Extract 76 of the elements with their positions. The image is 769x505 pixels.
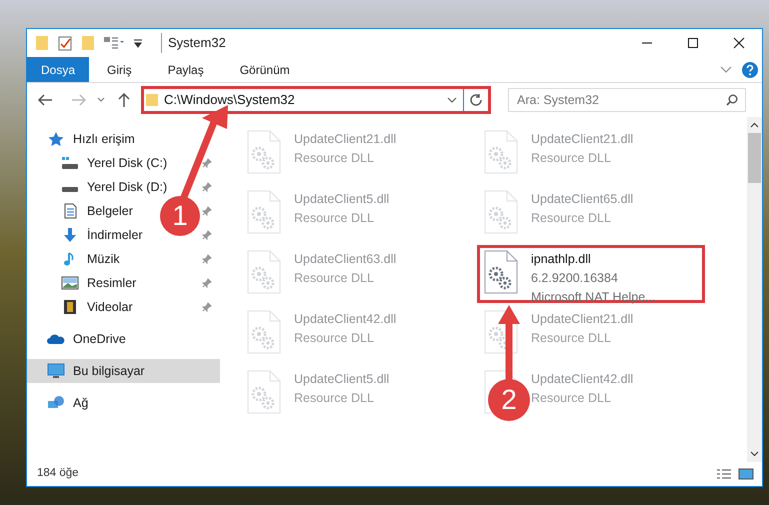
- refresh-icon[interactable]: [469, 93, 483, 107]
- dll-file-icon: [483, 250, 519, 294]
- dll-file-icon: [246, 130, 282, 174]
- up-arrow-icon[interactable]: [117, 92, 131, 108]
- window-title: System32: [161, 33, 226, 53]
- sidebar-item[interactable]: Müzik: [27, 247, 122, 271]
- close-icon: [733, 37, 745, 49]
- file-detail: Resource DLL: [294, 270, 375, 287]
- ribbon-tab[interactable]: Dosya: [27, 57, 90, 82]
- search-icon[interactable]: [726, 94, 738, 106]
- pin-icon[interactable]: [202, 158, 212, 168]
- pin-icon[interactable]: [202, 182, 212, 192]
- file-detail: Resource DLL: [294, 150, 375, 167]
- sidebar-item[interactable]: Resimler: [27, 271, 138, 295]
- dll-file-icon: [246, 190, 282, 234]
- network-icon: [47, 395, 65, 411]
- pin-icon[interactable]: [202, 278, 212, 288]
- sidebar-item[interactable]: Yerel Disk (D:): [27, 175, 170, 199]
- dll-file-icon: [483, 130, 519, 174]
- dll-file-icon: [246, 310, 282, 354]
- search-field[interactable]: Ara: System32: [508, 88, 746, 112]
- chevron-down-icon[interactable]: [447, 97, 457, 103]
- properties-icon[interactable]: [103, 36, 125, 50]
- picture-icon: [61, 275, 79, 291]
- dll-file-icon: [246, 370, 282, 414]
- file-detail: Resource DLL: [294, 330, 375, 347]
- ribbon-tab[interactable]: Görünüm: [226, 57, 304, 82]
- chevron-up-icon[interactable]: [750, 122, 759, 128]
- file-name[interactable]: ipnathlp.dll: [531, 250, 656, 269]
- ribbon-tab[interactable]: Paylaş: [154, 57, 218, 82]
- dropdown-arrow-icon[interactable]: [133, 38, 143, 48]
- large-icons-view-icon[interactable]: [738, 468, 754, 480]
- pin-icon[interactable]: [202, 206, 212, 216]
- checklist-icon[interactable]: [57, 35, 73, 51]
- chevron-down-icon[interactable]: [750, 451, 759, 457]
- sidebar-item[interactable]: Belgeler: [27, 199, 135, 223]
- file-tile[interactable]: ipnathlp.dll 6.2.9200.16384 Microsoft NAT Helpe...: [477, 245, 705, 303]
- sidebar-item[interactable]: Videolar: [27, 295, 135, 319]
- item-count: 184 öğe: [37, 466, 80, 481]
- ribbon-tab[interactable]: Giriş: [93, 57, 146, 82]
- sidebar-item[interactable]: Bu bilgisayar: [27, 359, 220, 383]
- file-detail: 6.2.9200.16384: [531, 270, 619, 287]
- sidebar-item[interactable]: İndirmeler: [27, 223, 145, 247]
- download-arrow-icon: [61, 227, 79, 243]
- scrollbar-thumb[interactable]: [748, 133, 761, 183]
- details-view-icon[interactable]: [716, 468, 732, 480]
- file-detail: Resource DLL: [531, 390, 612, 407]
- folder-icon: [35, 35, 49, 51]
- sidebar-item[interactable]: Hızlı erişim: [27, 127, 137, 151]
- star-icon: [47, 131, 65, 147]
- sidebar-item[interactable]: Ağ: [27, 391, 90, 415]
- film-strip-icon: [61, 299, 79, 315]
- address-bar[interactable]: C:\Windows\System32: [141, 86, 491, 114]
- pin-icon[interactable]: [202, 302, 212, 312]
- drive-icon: [61, 155, 79, 171]
- computer-icon: [47, 363, 65, 379]
- maximize-icon: [688, 38, 698, 48]
- dll-file-icon: [483, 190, 519, 234]
- dll-file-icon: [246, 250, 282, 294]
- file-detail: Resource DLL: [294, 210, 375, 227]
- help-icon[interactable]: [742, 62, 758, 78]
- drive-icon: [61, 187, 79, 193]
- back-arrow-icon[interactable]: [37, 93, 53, 107]
- pin-icon[interactable]: [202, 230, 212, 240]
- file-detail: Resource DLL: [294, 390, 375, 407]
- address-path: C:\Windows\System32: [164, 91, 295, 110]
- file-detail: Resource DLL: [531, 210, 612, 227]
- file-detail: Resource DLL: [531, 330, 612, 347]
- scrollbar[interactable]: [747, 117, 762, 462]
- file-detail: Resource DLL: [531, 150, 612, 167]
- file-detail: Microsoft NAT Helpe...: [531, 288, 656, 306]
- sidebar-item[interactable]: Yerel Disk (C:): [27, 151, 170, 175]
- pin-icon[interactable]: [202, 254, 212, 264]
- folder-icon: [146, 93, 158, 107]
- minimize-icon: [642, 42, 652, 44]
- sidebar-item[interactable]: OneDrive: [27, 327, 128, 351]
